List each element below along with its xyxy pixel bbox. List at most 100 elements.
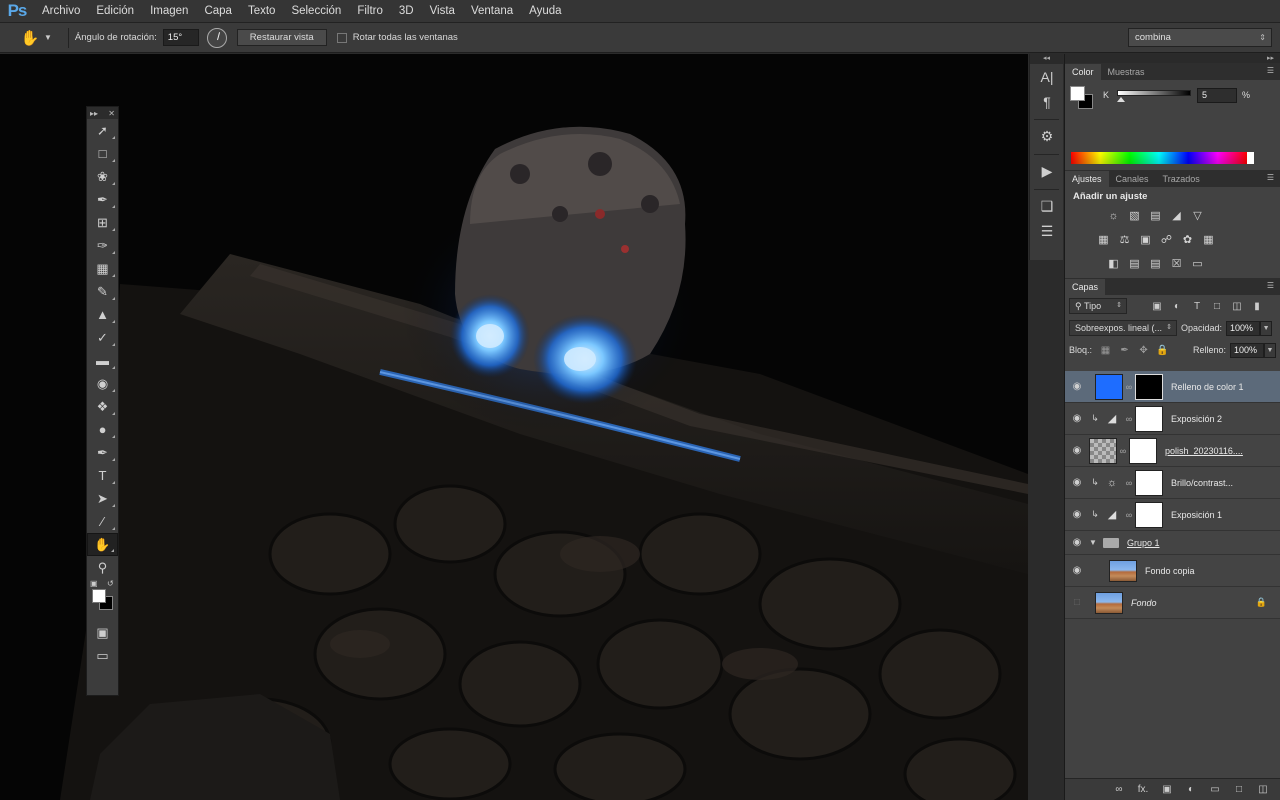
link-icon[interactable]: ∞ [1123,478,1135,488]
eye-icon[interactable]: ◉ [1065,565,1089,576]
curves-icon[interactable]: ▤ [1145,205,1166,226]
color-balance-icon[interactable]: ⚖ [1114,229,1135,250]
link-icon[interactable]: ∞ [1117,446,1129,456]
selective-color-icon[interactable]: ☒ [1166,253,1187,274]
layer-grupo-1[interactable]: ◉ ▼ Grupo 1 [1065,531,1280,555]
document-canvas[interactable] [0,54,1028,800]
lasso-tool-icon[interactable]: ❀ [87,165,118,188]
color-lookup-icon[interactable]: ▦ [1198,229,1219,250]
foreground-color-swatch[interactable] [1070,86,1085,101]
layer-exposicion-2[interactable]: ◉ ↳ ◢ ∞ Exposición 2 [1065,403,1280,435]
foreground-color-swatch[interactable] [92,589,106,603]
tool-presets-icon[interactable]: ⚙ [1030,124,1064,149]
quick-mask-icon[interactable]: ▣ [87,621,118,644]
eye-icon[interactable]: ◉ [1065,445,1089,456]
tool-preset-caret-icon[interactable]: ▼ [44,33,52,42]
gradient-map-icon[interactable]: ▭ [1187,253,1208,274]
brush-panel-icon[interactable]: ❑ [1030,194,1064,219]
line-tool-icon[interactable]: ∕ [87,510,118,533]
filter-type-icon[interactable]: T [1187,301,1207,312]
eye-icon[interactable]: ◉ [1065,509,1089,520]
menu-imagen[interactable]: Imagen [142,0,196,23]
link-layers-icon[interactable]: ∞ [1107,784,1131,795]
hue-saturation-icon[interactable]: ▦ [1093,229,1114,250]
layer-fondo-copia[interactable]: ◉ Fondo copia [1065,555,1280,587]
menu-ayuda[interactable]: Ayuda [521,0,569,23]
opacity-input[interactable]: 100% [1226,320,1261,336]
link-icon[interactable]: ∞ [1123,510,1135,520]
layer-mask-thumbnail[interactable] [1135,405,1163,432]
rotate-view-tool-icon[interactable]: ✋ [87,533,118,556]
brush-presets-icon[interactable]: ☰ [1030,219,1064,244]
eyedropper-tool-icon[interactable]: ✑ [87,234,118,257]
paragraph-panel-icon[interactable]: ¶ [1030,89,1064,114]
paint-bucket-tool-icon[interactable]: ◉ [87,372,118,395]
layer-mask-thumbnail[interactable] [1135,501,1163,528]
menu-texto[interactable]: Texto [240,0,284,23]
filter-adjustment-icon[interactable]: ◐ [1167,301,1187,312]
panel-menu-icon[interactable]: ☰ [1267,66,1274,75]
workspace-select[interactable]: combina ⇕ [1128,28,1272,47]
white-swatch[interactable] [1247,152,1254,164]
layer-mask-thumbnail[interactable] [1135,469,1163,496]
tab-ajustes[interactable]: Ajustes [1065,171,1109,187]
posterize-icon[interactable]: ▤ [1124,253,1145,274]
brightness-contrast-icon[interactable]: ☼ [1103,205,1124,226]
menu-vista[interactable]: Vista [422,0,463,23]
crop-tool-icon[interactable]: ⊞ [87,211,118,234]
layer-filter-select[interactable]: ⚲ Tipo ⇕ [1069,298,1127,314]
threshold-icon[interactable]: ▤ [1145,253,1166,274]
trash-icon[interactable]: ◫ [1251,784,1275,795]
add-mask-icon[interactable]: ▣ [1155,784,1179,795]
lock-image-icon[interactable]: ✒ [1115,345,1134,356]
filter-pixel-icon[interactable]: ▣ [1147,301,1167,312]
actions-panel-icon[interactable]: ▶ [1030,159,1064,184]
tools-panel-header[interactable]: ▸▸ ✕ [87,107,118,119]
lock-all-icon[interactable]: 🔒 [1153,345,1172,356]
k-slider[interactable] [1117,90,1191,96]
filter-shape-icon[interactable]: □ [1207,301,1227,312]
opacity-dropdown-icon[interactable]: ▼ [1260,320,1273,336]
fill-input[interactable]: 100% [1230,342,1264,358]
channel-mixer-icon[interactable]: ✿ [1177,229,1198,250]
panel-collapse-icon[interactable]: ▸▸ [1065,54,1280,63]
tab-color[interactable]: Color [1065,64,1101,80]
menu-edicion[interactable]: Edición [88,0,142,23]
rotate-all-windows-checkbox[interactable] [336,32,347,43]
layer-mask-thumbnail[interactable] [1135,373,1163,400]
layer-relleno-color-1[interactable]: ◉ ∞ Relleno de color 1 [1065,371,1280,403]
layer-exposicion-1[interactable]: ◉ ↳ ◢ ∞ Exposición 1 [1065,499,1280,531]
black-white-icon[interactable]: ▣ [1135,229,1156,250]
link-icon[interactable]: ∞ [1123,414,1135,424]
filter-toggle-icon[interactable]: ▮ [1247,301,1267,312]
history-brush-tool-icon[interactable]: ✓ [87,326,118,349]
layer-polish[interactable]: ◉ ∞ polish_20230116.... [1065,435,1280,467]
filter-smart-object-icon[interactable]: ◫ [1227,301,1247,312]
brush-tool-icon[interactable]: ✎ [87,280,118,303]
eye-icon[interactable]: ◉ [1065,381,1089,392]
type-tool-icon[interactable]: T [87,464,118,487]
marquee-tool-icon[interactable]: □ [87,142,118,165]
exposure-icon[interactable]: ◢ [1166,205,1187,226]
collapse-icon[interactable]: ▸▸ [90,109,98,118]
move-tool-icon[interactable]: ➚ [87,119,118,142]
color-spectrum[interactable] [1071,152,1247,164]
menu-ventana[interactable]: Ventana [463,0,521,23]
rotation-dial[interactable] [206,27,227,48]
reset-view-button[interactable]: Restaurar vista [236,29,327,46]
zoom-tool-icon[interactable]: ⚲ [87,556,118,579]
swap-colors-icon[interactable]: ↺ [107,579,114,588]
blend-mode-select[interactable]: Sobreexpos. lineal (... ⇕ [1069,320,1177,336]
healing-brush-tool-icon[interactable]: ▦ [87,257,118,280]
dock-collapse-icon[interactable]: ◂◂ [1030,54,1063,64]
group-expand-arrow-icon[interactable]: ▼ [1089,538,1099,547]
path-selection-tool-icon[interactable]: ➤ [87,487,118,510]
quick-selection-tool-icon[interactable]: ✒ [87,188,118,211]
layer-fondo[interactable]: □ Fondo 🔒 [1065,587,1280,619]
tab-capas[interactable]: Capas [1065,279,1106,295]
rotate-view-icon[interactable]: ✋ [12,24,48,52]
rotation-angle-input[interactable]: 15° [162,29,199,46]
menu-seleccion[interactable]: Selección [283,0,349,23]
levels-icon[interactable]: ▧ [1124,205,1145,226]
pen-tool-icon[interactable]: ✒ [87,441,118,464]
